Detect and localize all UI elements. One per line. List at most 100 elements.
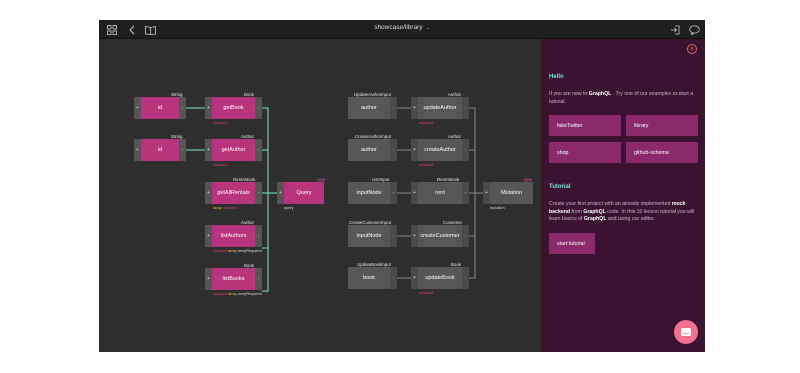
node-output-handle[interactable]: - (462, 97, 469, 119)
graph-node-mutation[interactable]: + Mutation (483, 182, 533, 204)
graph-node-listbooks[interactable]: + listBooks - (205, 268, 262, 290)
node-label: author (348, 97, 390, 119)
graph-node-getbook[interactable]: + getBook - (205, 97, 262, 119)
node-output-handle[interactable]: - (390, 225, 397, 247)
node-input-handle[interactable]: + (411, 182, 418, 204)
graph-node-updatebook[interactable]: + updateBook - (411, 267, 469, 289)
welcome-panel: × Hello If you are new to GraphQL . Try … (541, 39, 705, 352)
close-panel-button[interactable]: × (687, 44, 697, 54)
node-output-handle[interactable]: - (255, 268, 262, 290)
node-flags: required (419, 163, 433, 167)
node-flags: required array arrayRequired (213, 249, 262, 253)
graph-node-query[interactable]: + Query (277, 182, 324, 204)
node-output-handle[interactable]: - (462, 182, 469, 204)
node-label: getBook (212, 97, 255, 119)
graph-node-listauthors[interactable]: + listAuthors - (205, 225, 262, 247)
graph-node-book[interactable]: book - (348, 267, 397, 289)
node-label: createCustomer (418, 225, 462, 247)
node-flags: required (213, 163, 227, 167)
node-output-handle[interactable]: - (255, 182, 262, 204)
example-shop-button[interactable]: shop (549, 142, 621, 163)
graph-node-getauthor[interactable]: + getAuthor - (205, 139, 262, 161)
node-label: getAllRentals (212, 182, 255, 204)
node-flags: query (284, 206, 294, 210)
chat-support-button[interactable] (674, 320, 698, 344)
tutorial-heading: Tutorial (549, 184, 571, 190)
node-label: updateBook (418, 267, 462, 289)
node-input-handle[interactable]: + (483, 182, 490, 204)
node-output-handle[interactable]: - (179, 97, 186, 119)
node-output-handle[interactable]: - (390, 267, 397, 289)
graph-node-updateauthor[interactable]: + updateAuthor - (411, 97, 469, 119)
node-label: inputNode (348, 182, 390, 204)
node-flags: required (213, 121, 227, 125)
graph-node-inputnode[interactable]: inputNode - (348, 225, 397, 247)
node-flags: array required (213, 206, 237, 210)
graph-node-author[interactable]: author - (348, 139, 397, 161)
node-flags: required array arrayRequired (213, 292, 262, 296)
node-label: createAuthor (418, 139, 462, 161)
example-library-button[interactable]: library (626, 115, 698, 136)
node-output-handle[interactable]: - (255, 97, 262, 119)
hello-heading: Hello (549, 74, 564, 80)
node-flags: required (419, 291, 433, 295)
node-label: getAuthor (212, 139, 255, 161)
app-window: showcase/library ⌄ String + id - Book + … (99, 20, 705, 352)
logout-icon[interactable] (668, 23, 681, 36)
node-input-handle[interactable]: + (205, 225, 212, 247)
node-input-handle[interactable]: + (205, 97, 212, 119)
hello-text: If you are new to GraphQL . Try one of o… (549, 91, 694, 105)
chat-bubble-icon[interactable] (688, 23, 701, 36)
project-title[interactable]: showcase/library ⌄ (99, 24, 705, 31)
node-input-handle[interactable]: + (205, 268, 212, 290)
node-input-handle[interactable]: + (411, 97, 418, 119)
node-input-handle[interactable]: + (205, 182, 212, 204)
graph-node-id[interactable]: + id - (134, 139, 186, 161)
chevron-down-icon: ⌄ (425, 25, 430, 31)
graph-node-createauthor[interactable]: + createAuthor - (411, 139, 469, 161)
node-input-handle[interactable]: + (277, 182, 284, 204)
graph-node-id[interactable]: + id - (134, 97, 186, 119)
node-label: rent (418, 182, 462, 204)
node-output-handle[interactable]: - (255, 225, 262, 247)
example-github-schema-button[interactable]: github-schema (626, 142, 698, 163)
node-flags: mutation (490, 206, 505, 210)
example-faketwitter-button[interactable]: fakeTwitter (549, 115, 621, 136)
node-label: listBooks (212, 268, 255, 290)
node-label: Mutation (490, 182, 533, 204)
node-label: author (348, 139, 390, 161)
node-label: Query (284, 182, 324, 204)
node-input-handle[interactable]: + (134, 139, 141, 161)
node-input-handle[interactable]: + (411, 267, 418, 289)
node-output-handle[interactable]: - (462, 139, 469, 161)
node-input-handle[interactable]: + (205, 139, 212, 161)
node-input-handle[interactable]: + (411, 139, 418, 161)
node-output-handle[interactable]: - (390, 139, 397, 161)
node-label: updateAuthor (418, 97, 462, 119)
node-input-handle[interactable]: + (134, 97, 141, 119)
node-label: id (141, 97, 179, 119)
graph-node-getallrentals[interactable]: + getAllRentals - (205, 182, 262, 204)
node-output-handle[interactable]: - (255, 139, 262, 161)
graph-node-author[interactable]: author - (348, 97, 397, 119)
project-title-text: showcase/library (374, 24, 423, 31)
node-label: book (348, 267, 390, 289)
graph-node-rent[interactable]: + rent - (411, 182, 469, 204)
top-bar: showcase/library ⌄ (99, 20, 705, 39)
node-output-handle[interactable]: - (390, 97, 397, 119)
node-label: id (141, 139, 179, 161)
graph-node-inputnode[interactable]: inputNode - (348, 182, 397, 204)
node-output-handle[interactable]: - (179, 139, 186, 161)
tutorial-text: Create your first project with an alread… (549, 201, 695, 222)
node-output-handle[interactable]: - (390, 182, 397, 204)
node-flags: required (419, 121, 433, 125)
graph-node-createcustomer[interactable]: + createCustomer - (411, 225, 469, 247)
node-output-handle[interactable]: - (462, 225, 469, 247)
chat-icon (681, 327, 691, 336)
node-label: inputNode (348, 225, 390, 247)
node-output-handle[interactable]: - (462, 267, 469, 289)
schema-graph-canvas[interactable]: String + id - Book + getBook - required … (99, 39, 541, 352)
node-input-handle[interactable]: + (411, 225, 418, 247)
start-tutorial-button[interactable]: start tutorial (549, 233, 595, 254)
node-label: listAuthors (212, 225, 255, 247)
